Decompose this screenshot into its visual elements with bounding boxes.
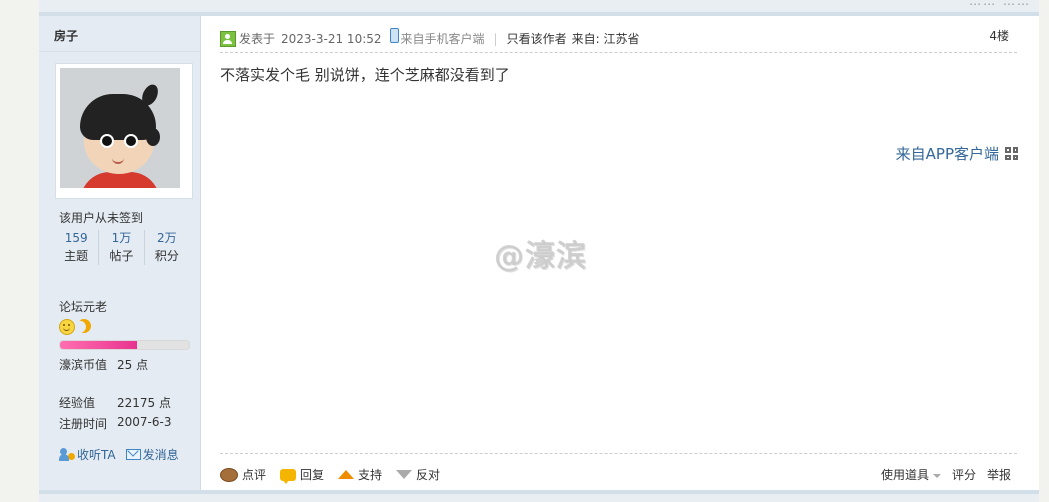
coins-row: 濠滨币值 25 点 bbox=[59, 356, 148, 373]
phone-icon bbox=[389, 28, 399, 43]
author-stats: 159 主题 1万 帖子 2万 积分 bbox=[54, 230, 189, 265]
support-button[interactable]: 支持 bbox=[338, 466, 382, 483]
stat-value[interactable]: 1万 bbox=[99, 230, 143, 247]
author-sidebar: 房子 该用户从未签到 159 主题 1万 帖子 2万 积分 论坛元老 濠滨币值 … bbox=[39, 16, 201, 490]
level-progress-fill bbox=[60, 341, 138, 349]
thumbs-down-arrow-icon bbox=[396, 470, 413, 479]
coins-value: 25 点 bbox=[117, 358, 149, 372]
register-row: 注册时间 2007-6-3 bbox=[59, 415, 171, 432]
stat-posts[interactable]: 1万 帖子 bbox=[98, 230, 143, 265]
stat-label: 帖子 bbox=[109, 249, 134, 263]
reply-button[interactable]: 回复 bbox=[280, 466, 325, 484]
oppose-label: 反对 bbox=[416, 468, 441, 482]
app-source-link[interactable]: 来自APP客户端 bbox=[896, 143, 1018, 164]
previous-post-bottom: …… …… bbox=[39, 0, 1039, 16]
report-link[interactable]: 举报 bbox=[987, 466, 1011, 483]
level-progress-bar bbox=[59, 340, 190, 350]
only-author-link[interactable]: 只看该作者 bbox=[507, 30, 567, 47]
posted-time: 2023-3-21 10:52 bbox=[281, 31, 382, 46]
post-footer: 点评 回复 支持 反对 使用道具 评分 举报 bbox=[220, 453, 1017, 491]
stat-value[interactable]: 2万 bbox=[145, 230, 189, 247]
app-source-label[interactable]: 来自APP客户端 bbox=[896, 143, 999, 164]
thumbs-up-arrow-icon bbox=[338, 470, 355, 479]
divider: | bbox=[493, 31, 498, 46]
rate-link[interactable]: 评分 bbox=[952, 466, 976, 483]
moon-medal-icon bbox=[75, 317, 94, 336]
stat-value[interactable]: 159 bbox=[54, 230, 98, 247]
send-message-label: 发消息 bbox=[142, 448, 179, 462]
smile-medal-icon bbox=[59, 319, 75, 335]
rank-title[interactable]: 论坛元老 bbox=[59, 298, 107, 315]
follow-label: 收听TA bbox=[77, 448, 116, 462]
forum-post: …… …… 房子 该用户从未签到 159 主题 1万 帖子 2万 积分 论坛元老… bbox=[39, 0, 1039, 502]
rank-icons bbox=[59, 319, 91, 335]
comment-button[interactable]: 点评 bbox=[220, 466, 266, 483]
use-tool-dropdown[interactable]: 使用道具 bbox=[881, 466, 941, 483]
post-actions: 点评 回复 支持 反对 bbox=[220, 466, 440, 484]
posted-label: 发表于 bbox=[239, 32, 276, 46]
avatar[interactable] bbox=[55, 63, 193, 199]
register-label: 注册时间 bbox=[59, 417, 108, 431]
oppose-button[interactable]: 反对 bbox=[396, 466, 440, 483]
chevron-down-icon bbox=[932, 473, 941, 478]
use-tool-label: 使用道具 bbox=[880, 468, 929, 482]
stat-label: 主题 bbox=[64, 249, 89, 263]
qr-code-icon[interactable] bbox=[1005, 147, 1018, 160]
comment-label: 点评 bbox=[242, 468, 267, 482]
support-label: 支持 bbox=[358, 468, 383, 482]
avatar-image bbox=[60, 68, 180, 188]
post-message: 不落实发个毛 别说饼，连个芝麻都没看到了 bbox=[220, 66, 510, 84]
stat-threads[interactable]: 159 主题 bbox=[54, 230, 98, 265]
post-content: 发表于 2023-3-21 10:52 来自手机客户端 | 只看该作者 来自: … bbox=[220, 16, 1018, 490]
author-actions: 收听TA 发消息 bbox=[59, 446, 179, 463]
exp-row: 经验值 22175 点 bbox=[59, 394, 171, 411]
mail-icon bbox=[125, 449, 141, 460]
divider bbox=[39, 51, 200, 52]
follow-icon bbox=[59, 448, 75, 461]
post-header: 发表于 2023-3-21 10:52 来自手机客户端 | 只看该作者 来自: … bbox=[220, 27, 1017, 53]
next-post-top bbox=[39, 490, 1039, 502]
author-name[interactable]: 房子 bbox=[54, 27, 78, 44]
exp-value: 22175 点 bbox=[117, 396, 171, 410]
post-tools: 使用道具 评分 举报 bbox=[881, 466, 1011, 483]
register-value: 2007-6-3 bbox=[117, 415, 172, 429]
send-message-button[interactable]: 发消息 bbox=[125, 446, 179, 463]
post-location: 来自: 江苏省 bbox=[571, 32, 640, 46]
stat-label: 积分 bbox=[154, 249, 179, 263]
reply-label: 回复 bbox=[300, 468, 325, 482]
mobile-source-link[interactable]: 来自手机客户端 bbox=[401, 30, 485, 47]
online-status-icon bbox=[220, 30, 236, 47]
exp-label: 经验值 bbox=[59, 396, 96, 410]
signin-status: 该用户从未签到 bbox=[59, 211, 144, 225]
previous-post-links: …… …… bbox=[969, 0, 1031, 8]
follow-button[interactable]: 收听TA bbox=[59, 446, 116, 463]
coins-label: 濠滨币值 bbox=[59, 358, 108, 372]
floor-number[interactable]: 4楼 bbox=[989, 27, 1009, 44]
stat-points[interactable]: 2万 积分 bbox=[143, 230, 189, 265]
reply-icon bbox=[280, 468, 297, 484]
watermark: @濠滨 bbox=[494, 239, 587, 274]
comment-icon bbox=[220, 467, 238, 482]
